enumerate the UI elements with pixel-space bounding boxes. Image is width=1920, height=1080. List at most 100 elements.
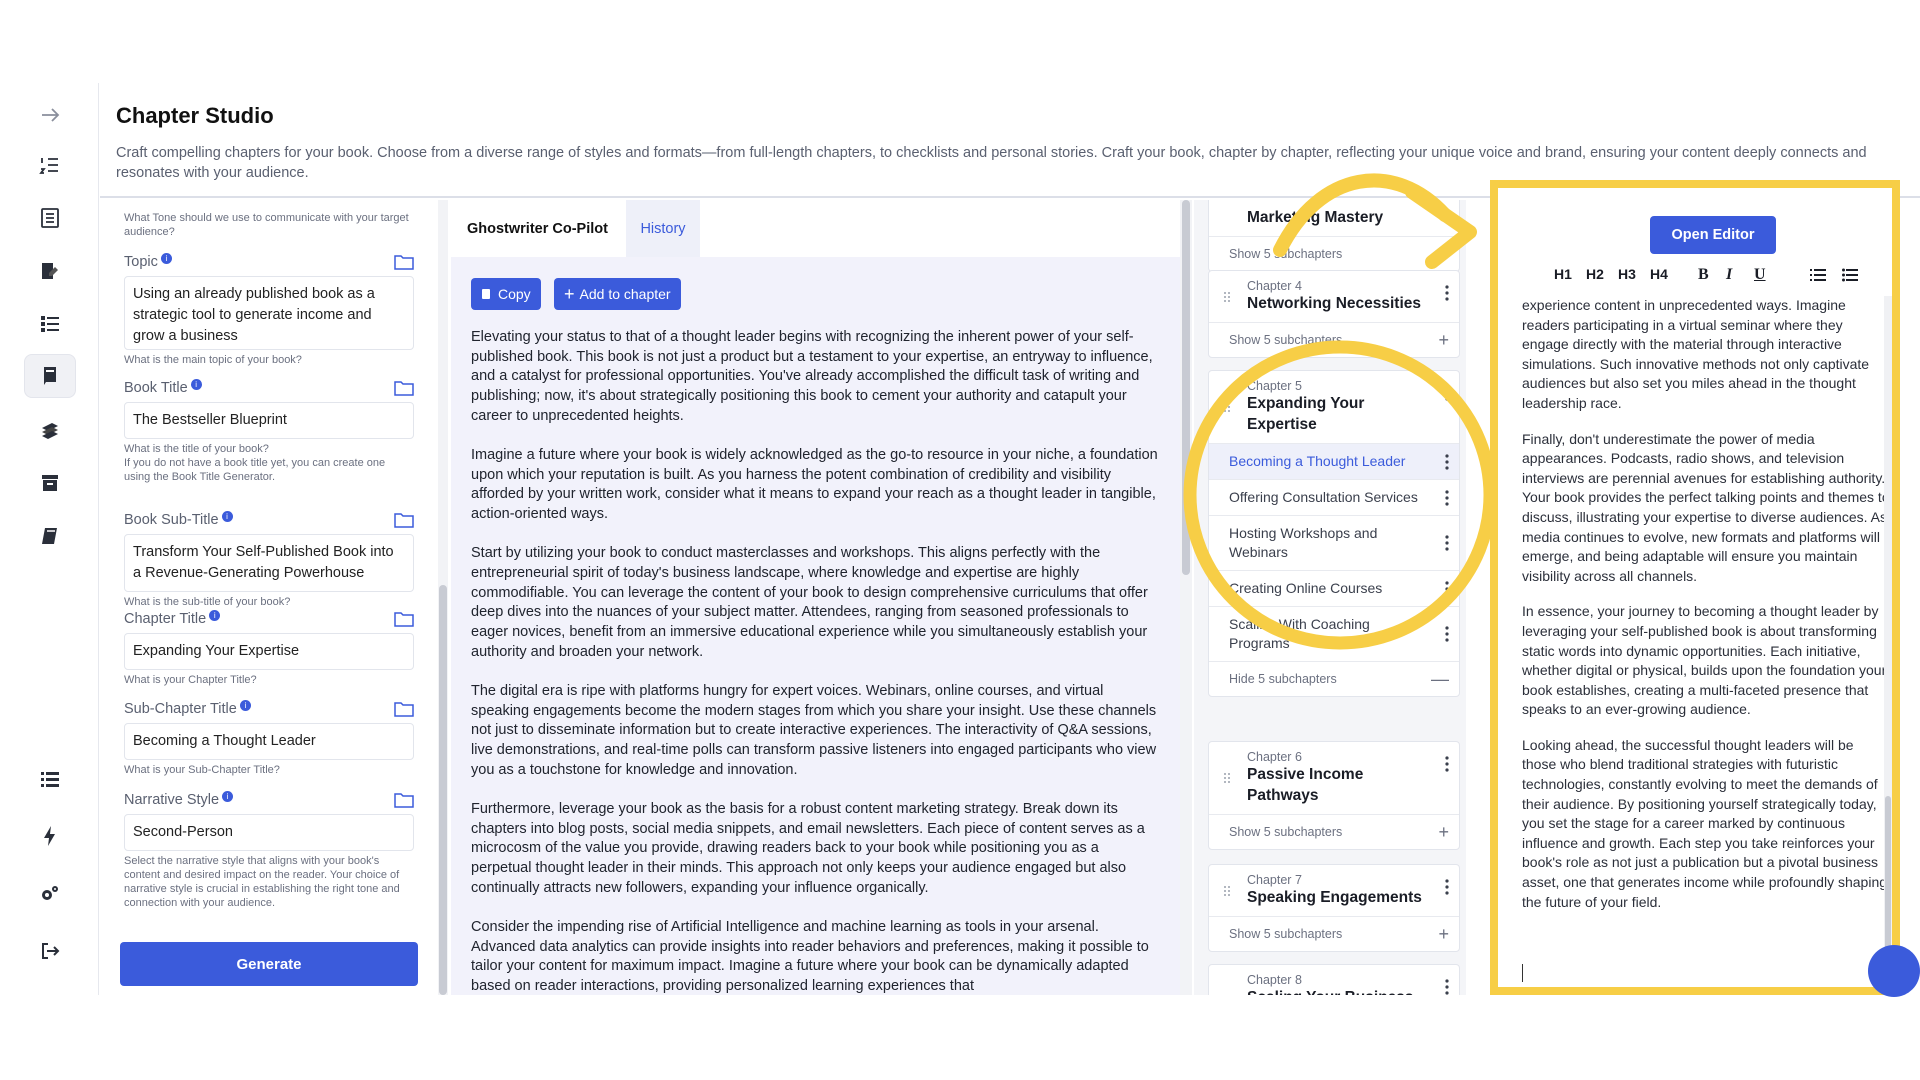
expand-plus-icon[interactable]: +: [1438, 331, 1449, 349]
subchapters-toggle[interactable]: Hide 5 subchapters —: [1209, 662, 1459, 696]
italic-button[interactable]: I: [1726, 266, 1732, 284]
chapter-studio-icon[interactable]: [24, 354, 76, 398]
lightning-icon[interactable]: [24, 814, 76, 858]
more-options-icon[interactable]: [1445, 453, 1449, 470]
outline-list-icon[interactable]: [24, 143, 76, 187]
bullet-list-icon[interactable]: [1842, 268, 1858, 282]
drag-handle-icon[interactable]: [1223, 291, 1231, 303]
book-title-input[interactable]: The Bestseller Blueprint: [124, 402, 414, 439]
subchapters-toggle[interactable]: Show 5 subchapters +: [1209, 815, 1459, 849]
copy-button[interactable]: Copy: [471, 278, 541, 310]
more-options-icon[interactable]: [1445, 285, 1449, 301]
book-title-field-group: Book Title i The Bestseller Blueprint Wha…: [124, 378, 414, 484]
folder-icon[interactable]: [394, 254, 414, 270]
pilot-scrollbar-thumb[interactable]: [1182, 200, 1190, 575]
folder-icon[interactable]: [394, 512, 414, 528]
expand-plus-icon[interactable]: +: [1438, 823, 1449, 841]
more-options-icon[interactable]: [1445, 979, 1449, 995]
drag-handle-icon[interactable]: [1223, 772, 1231, 784]
subchapters-toggle-label: Hide 5 subchapters: [1229, 672, 1337, 686]
book-icon[interactable]: [24, 514, 76, 558]
chapter-card-expanded[interactable]: Chapter 5 Expanding Your Expertise Becom…: [1208, 370, 1460, 697]
more-options-icon[interactable]: [1445, 626, 1449, 642]
chapter-number: Chapter 8: [1247, 973, 1302, 987]
book-title-label: Book Title: [124, 380, 188, 396]
ordered-list-icon[interactable]: [1810, 268, 1826, 282]
chapter-title-input[interactable]: Expanding Your Expertise: [124, 633, 414, 670]
info-icon[interactable]: i: [221, 510, 233, 522]
expand-arrow-icon[interactable]: [24, 93, 76, 137]
pilot-scrollbar[interactable]: [1180, 200, 1192, 995]
more-options-icon[interactable]: [1445, 756, 1449, 772]
drag-handle-icon[interactable]: [1223, 885, 1231, 897]
more-options-icon[interactable]: [1445, 385, 1449, 401]
topic-label: Topic: [124, 254, 158, 270]
chat-support-button[interactable]: [1868, 945, 1920, 997]
more-options-icon[interactable]: [1445, 535, 1449, 551]
folder-icon[interactable]: [394, 701, 414, 717]
info-icon[interactable]: i: [209, 609, 221, 621]
generate-button[interactable]: Generate: [120, 942, 418, 986]
narrative-style-label: Narrative Style: [124, 792, 220, 808]
underline-button[interactable]: U: [1754, 266, 1766, 284]
info-icon[interactable]: i: [190, 378, 202, 390]
more-options-icon[interactable]: [1445, 879, 1449, 895]
folder-icon[interactable]: [394, 792, 414, 808]
topic-field-group: Topic i Using an already published book a…: [124, 252, 414, 367]
book-subtitle-label: Book Sub-Title: [124, 512, 219, 528]
h2-button[interactable]: H2: [1586, 266, 1604, 282]
chapter-card[interactable]: Chapter 4 Networking Necessities Show 5 …: [1208, 270, 1460, 358]
menu-list-icon[interactable]: [24, 757, 76, 801]
checklist-icon[interactable]: [24, 302, 76, 346]
tab-history[interactable]: History: [626, 200, 700, 257]
subchapter-item[interactable]: Scaling With Coaching Programs: [1209, 607, 1459, 662]
subchapter-item[interactable]: Hosting Workshops and Webinars: [1209, 516, 1459, 571]
h3-button[interactable]: H3: [1618, 266, 1636, 282]
subchapters-toggle[interactable]: Show 5 subchapters +: [1209, 917, 1459, 951]
chapter-editor: Open Editor H1 H2 H3 H4 B I U experience…: [1490, 180, 1900, 995]
subchapter-title-input[interactable]: Becoming a Thought Leader: [124, 723, 414, 760]
expand-plus-icon[interactable]: +: [1438, 925, 1449, 943]
chapter-card[interactable]: Marketing Mastery Show 5 subchapters: [1208, 200, 1460, 272]
form-scrollbar-thumb[interactable]: [439, 585, 447, 995]
h4-button[interactable]: H4: [1650, 266, 1668, 282]
tab-ghostwriter[interactable]: Ghostwriter Co-Pilot: [467, 200, 608, 257]
add-to-chapter-label: Add to chapter: [579, 286, 671, 302]
chapter-card[interactable]: Chapter 8 Scaling Your Business: [1208, 964, 1460, 995]
chapter-card[interactable]: Chapter 7 Speaking Engagements Show 5 su…: [1208, 864, 1460, 952]
subchapter-label: Hosting Workshops and Webinars: [1229, 525, 1378, 560]
collapse-minus-icon[interactable]: —: [1431, 670, 1449, 688]
folder-icon[interactable]: [394, 380, 414, 396]
chapter-card[interactable]: Chapter 6 Passive Income Pathways Show 5…: [1208, 741, 1460, 850]
info-icon[interactable]: i: [239, 699, 251, 711]
logout-icon[interactable]: [24, 929, 76, 973]
open-editor-button[interactable]: Open Editor: [1650, 216, 1776, 254]
subchapters-toggle[interactable]: Show 5 subchapters +: [1209, 323, 1459, 357]
subchapter-item[interactable]: Offering Consultation Services: [1209, 480, 1459, 516]
edit-document-icon[interactable]: [24, 249, 76, 293]
book-subtitle-input[interactable]: Transform Your Self-Published Book into …: [124, 534, 414, 592]
more-options-icon[interactable]: [1445, 580, 1449, 597]
info-icon[interactable]: i: [160, 252, 172, 264]
topic-input[interactable]: Using an already published book as a str…: [124, 276, 414, 350]
bold-button[interactable]: B: [1698, 266, 1709, 284]
add-to-chapter-button[interactable]: + Add to chapter: [554, 278, 681, 310]
stacked-books-icon[interactable]: [24, 408, 76, 452]
folder-icon[interactable]: [394, 611, 414, 627]
more-options-icon[interactable]: [1445, 489, 1449, 506]
topic-help: What is the main topic of your book?: [124, 354, 302, 366]
info-icon[interactable]: i: [222, 790, 234, 802]
drag-handle-icon[interactable]: [1223, 401, 1231, 413]
editor-scrollbar[interactable]: [1884, 296, 1892, 986]
narrative-style-select[interactable]: Second-Person: [124, 814, 414, 851]
subchapter-item[interactable]: Becoming a Thought Leader: [1209, 444, 1459, 480]
settings-gears-icon[interactable]: [24, 872, 76, 916]
book-list-icon[interactable]: [24, 196, 76, 240]
archive-icon[interactable]: [24, 461, 76, 505]
show-subchapters-toggle[interactable]: Show 5 subchapters: [1209, 237, 1459, 271]
h1-button[interactable]: H1: [1554, 266, 1572, 282]
form-scrollbar[interactable]: [438, 200, 448, 995]
subchapter-item[interactable]: Creating Online Courses: [1209, 571, 1459, 607]
pilot-tabs: Ghostwriter Co-Pilot History: [451, 200, 1181, 257]
editor-content[interactable]: experience content in unprecedented ways…: [1522, 296, 1890, 928]
